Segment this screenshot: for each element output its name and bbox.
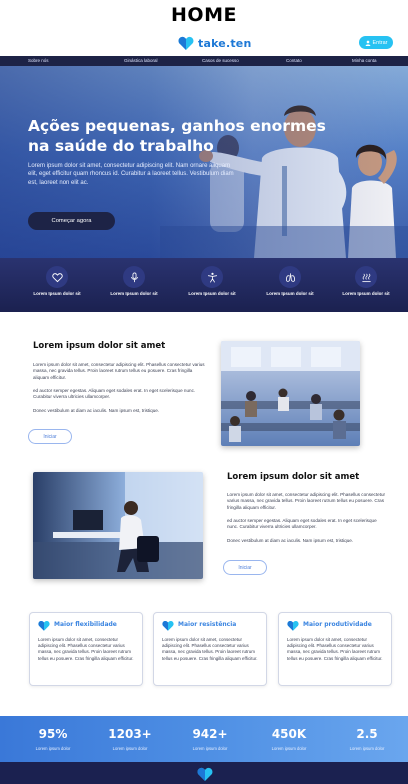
microphone-icon bbox=[130, 272, 138, 282]
feature-item[interactable]: Lorem Ipsum dolor sit bbox=[326, 258, 406, 312]
section2-paragraph: Donec vestibulum at diam ac iaculis. Nam… bbox=[227, 538, 354, 543]
hero-title: Ações pequenas, ganhos enormes na saúde … bbox=[28, 117, 326, 155]
section1-title: Lorem ipsum dolor sit amet bbox=[33, 341, 166, 351]
stat-item: 1203+ Lorem ipsum dolor bbox=[90, 716, 170, 762]
stat-item: 2.5 Lorem ipsum dolor bbox=[327, 716, 407, 762]
features-strip: Lorem Ipsum dolor sit Lorem Ipsum dolor … bbox=[0, 258, 408, 312]
stat-label: Lorem ipsum dolor bbox=[35, 746, 71, 751]
feature-item[interactable]: Lorem Ipsum dolor sit bbox=[172, 258, 252, 312]
benefit-card-title: Maior resistência bbox=[178, 621, 237, 628]
stat-item: 450K Lorem ipsum dolor bbox=[249, 716, 329, 762]
stat-label: Lorem ipsum dolor bbox=[112, 746, 148, 751]
stat-value: 95% bbox=[38, 727, 68, 741]
stat-value: 1203+ bbox=[108, 727, 152, 741]
feature-item[interactable]: Lorem Ipsum dolor sit bbox=[94, 258, 174, 312]
main-nav: Sobre nós Ginástica laboral Casos de suc… bbox=[0, 56, 408, 66]
lungs-icon bbox=[285, 272, 295, 282]
benefit-card-title: Maior flexibilidade bbox=[54, 621, 117, 628]
section2-paragraph: ed auctor semper egestas. Aliquam eget s… bbox=[227, 518, 377, 530]
feature-icon-circle bbox=[123, 266, 145, 288]
feature-item[interactable]: Lorem Ipsum dolor sit bbox=[17, 258, 97, 312]
section2-title: Lorem ipsum dolor sit amet bbox=[227, 472, 360, 482]
feature-icon-circle bbox=[201, 266, 223, 288]
section1-paragraph: ed auctor semper egestas. Aliquam eget s… bbox=[33, 388, 196, 400]
benefit-card: Maior flexibilidade Lorem ipsum dolor si… bbox=[29, 612, 143, 686]
feature-label: Lorem Ipsum dolor sit bbox=[342, 291, 390, 296]
footer bbox=[0, 762, 408, 784]
heart-icon bbox=[162, 620, 174, 631]
stat-item: 95% Lorem ipsum dolor bbox=[13, 716, 93, 762]
section2-paragraph: Lorem ipsum dolor sit amet, consectetur … bbox=[227, 492, 386, 510]
office-photo-image bbox=[221, 341, 360, 446]
start-now-button[interactable]: Começar agora bbox=[28, 212, 115, 230]
heart-logo-icon bbox=[178, 36, 194, 50]
brand-logo[interactable]: take.ten bbox=[178, 35, 252, 51]
feature-icon-circle bbox=[279, 266, 301, 288]
woman-working-photo-image bbox=[33, 472, 203, 579]
brand-name: take.ten bbox=[198, 36, 252, 50]
feature-icon-circle bbox=[355, 266, 377, 288]
nav-item-minha-conta[interactable]: Minha conta bbox=[352, 56, 377, 66]
page-label: HOME bbox=[171, 4, 237, 26]
heart-icon bbox=[287, 620, 299, 631]
feature-label: Lorem Ipsum dolor sit bbox=[188, 291, 236, 296]
feature-label: Lorem Ipsum dolor sit bbox=[266, 291, 314, 296]
enter-button-label: Entrar bbox=[372, 39, 388, 46]
user-icon bbox=[365, 40, 370, 46]
stat-label: Lorem ipsum dolor bbox=[192, 746, 228, 751]
heart-icon bbox=[38, 620, 50, 631]
office-photo bbox=[221, 341, 360, 446]
stat-value: 2.5 bbox=[356, 727, 378, 741]
stat-value: 450K bbox=[271, 727, 307, 741]
section2-start-button[interactable]: Iniciar bbox=[223, 560, 267, 575]
feature-icon-circle bbox=[46, 266, 68, 288]
feature-item[interactable]: Lorem Ipsum dolor sit bbox=[250, 258, 330, 312]
top-bar: take.ten Entrar bbox=[0, 30, 408, 56]
benefit-card: Maior resistência Lorem ipsum dolor sit … bbox=[153, 612, 267, 686]
woman-working-photo bbox=[33, 472, 203, 579]
nav-item-contato[interactable]: Contato bbox=[286, 56, 302, 66]
section1-start-button[interactable]: Iniciar bbox=[28, 429, 72, 444]
stat-label: Lorem ipsum dolor bbox=[271, 746, 307, 751]
section1-paragraph: Lorem ipsum dolor sit amet, consectetur … bbox=[33, 362, 205, 380]
hero-banner: Ações pequenas, ganhos enormes na saúde … bbox=[0, 66, 408, 258]
benefit-card-text: Lorem ipsum dolor sit amet, consectetur … bbox=[287, 637, 383, 661]
hero-description: Lorem ipsum dolor sit amet, consectetur … bbox=[28, 163, 234, 186]
heart-outline-icon bbox=[51, 272, 63, 282]
stat-label: Lorem ipsum dolor bbox=[349, 746, 385, 751]
feature-label: Lorem Ipsum dolor sit bbox=[110, 291, 158, 296]
stat-item: 942+ Lorem ipsum dolor bbox=[170, 716, 250, 762]
benefit-card-text: Lorem ipsum dolor sit amet, consectetur … bbox=[162, 637, 258, 661]
stats-bar: 95% Lorem ipsum dolor 1203+ Lorem ipsum … bbox=[0, 716, 408, 762]
nav-item-ginastica-laboral[interactable]: Ginástica laboral bbox=[124, 56, 158, 66]
section1-paragraph: Donec vestibulum at diam ac iaculis. Nam… bbox=[33, 408, 160, 413]
benefit-card-text: Lorem ipsum dolor sit amet, consectetur … bbox=[38, 637, 134, 661]
benefit-card-title: Maior produtividade bbox=[303, 621, 372, 628]
benefit-card: Maior produtividade Lorem ipsum dolor si… bbox=[278, 612, 392, 686]
feature-label: Lorem Ipsum dolor sit bbox=[33, 291, 81, 296]
heart-logo-icon bbox=[197, 767, 213, 781]
person-stretch-icon bbox=[207, 272, 217, 282]
enter-button[interactable]: Entrar bbox=[359, 36, 393, 49]
nav-item-casos-de-sucesso[interactable]: Casos de sucesso bbox=[202, 56, 239, 66]
stat-value: 942+ bbox=[192, 727, 228, 741]
wellness-icon bbox=[361, 273, 371, 282]
nav-item-sobre-nos[interactable]: Sobre nós bbox=[28, 56, 49, 66]
